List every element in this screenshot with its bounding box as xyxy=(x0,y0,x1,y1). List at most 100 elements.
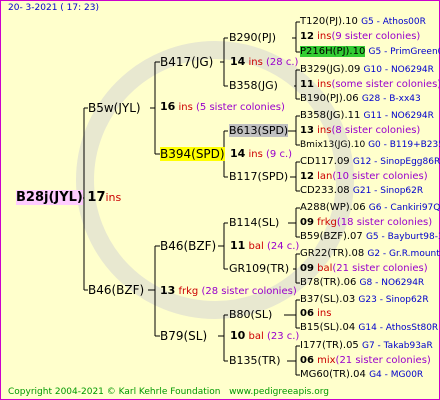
gen2-dd-name: B79(SL) xyxy=(160,329,208,343)
root-colony: B28j(JYL) 17ins xyxy=(16,190,121,206)
gen4-row: B190(PJ).06 G28 - B-xx43 xyxy=(300,93,421,105)
gen4-row: GR22(TR).08 G2 - Gr.R.mounta xyxy=(300,248,440,260)
gen4-ref: G4 - MG00R xyxy=(369,370,424,380)
gen3-e-name: B114(SL) xyxy=(229,216,280,229)
gen4-num: 06 xyxy=(300,355,314,366)
gen3-c-label: B613(SPD) xyxy=(229,124,289,137)
gen2-dd-info: 10 bal (23 c.) xyxy=(230,330,299,343)
gen4-row: 09 bal(21 sister colonies) xyxy=(300,263,428,275)
footer-site-link[interactable]: www.pedigreeapis.org xyxy=(229,387,329,397)
gen4-row: T120(PJ).10 G5 - Athos00R xyxy=(300,16,426,28)
gen4-ref: G5 - Athos00R xyxy=(361,17,426,27)
gen2-ss-sisters: (28 c.) xyxy=(266,57,299,68)
gen3-a-name: B290(PJ) xyxy=(229,31,277,44)
gen1-dam-ins: frkg xyxy=(178,286,199,297)
gen2-ds-num: 11 xyxy=(230,239,246,252)
gen4-name: MG60(TR).04 xyxy=(300,369,366,380)
gen4-num: 12 xyxy=(300,31,314,42)
gen4-name: B37(SL).03 xyxy=(300,294,356,305)
gen2-sd-info: 14 ins (9 c.) xyxy=(230,148,292,161)
gen4-row: B358(JG).11 G11 - NO6294R xyxy=(300,110,434,122)
gen4-row: I177(TR).05 G7 - Takab93aR xyxy=(300,340,433,352)
gen2-ds-info: 11 bal (24 c.) xyxy=(230,240,299,253)
gen4-name: B15(SL).04 xyxy=(300,322,356,333)
gen4-row: B329(JG).09 G10 - NO6294R xyxy=(300,64,434,76)
gen3-h-name: B135(TR) xyxy=(229,354,281,367)
gen4-row: 13 ins(8 sister colonies) xyxy=(300,125,420,137)
gen4-ref: G8 - NO6294R xyxy=(359,278,425,288)
gen4-sisters: (some sister colonies) xyxy=(331,79,440,90)
gen4-name: Bmix13(JG).10 xyxy=(300,140,366,150)
gen4-sisters: (18 sister colonies) xyxy=(336,217,433,228)
gen4-name: CD117.09 xyxy=(300,156,350,167)
root-num: 17 xyxy=(87,190,106,205)
gen3-g-name: B80(SL) xyxy=(229,308,273,321)
gen4-row: B78(TR).06 G8 - NO6294R xyxy=(300,277,424,289)
gen4-name: B78(TR).06 xyxy=(300,277,357,288)
gen4-row: 09 frkg(18 sister colonies) xyxy=(300,217,432,229)
gen4-row: 12 lan(10 sister colonies) xyxy=(300,171,428,183)
gen4-name: B59(BZF).07 xyxy=(300,231,363,242)
date-header: 20- 3-2021 ( 17: 23) xyxy=(8,3,99,13)
gen4-ins: ins xyxy=(317,31,332,42)
gen2-ds-name: B46(BZF) xyxy=(160,239,217,253)
gen4-num: 09 xyxy=(300,217,314,228)
gen4-row: 12 ins(9 sister colonies) xyxy=(300,31,420,43)
gen1-dam-name: B46(BZF) xyxy=(88,283,145,297)
gen2-sd-sisters: (9 c.) xyxy=(266,149,293,160)
gen4-name: GR22(TR).08 xyxy=(300,248,365,259)
gen4-name: B190(PJ).06 xyxy=(300,93,359,104)
gen4-row: 11 ins(some sister colonies) xyxy=(300,79,440,91)
gen2-ds-sisters: (24 c.) xyxy=(266,241,300,252)
gen4-ref: G6 - Cankiri97Q xyxy=(368,203,440,213)
footer-copyright: Copyright 2004-2021 © Karl Kehrle Founda… xyxy=(8,387,221,397)
gen4-row: 06 ins xyxy=(300,308,331,320)
gen4-row: P216H(PJ).10 G5 - PrimGreen00 xyxy=(300,46,440,58)
gen4-ins: ins xyxy=(317,308,332,319)
gen2-sd-ins: ins xyxy=(248,149,263,160)
gen4-name: CD233.08 xyxy=(300,185,350,196)
gen4-name: P216H(PJ).10 xyxy=(300,46,366,57)
gen4-ins: mix xyxy=(317,355,336,366)
gen4-num: 13 xyxy=(300,125,314,136)
gen1-dam-info: 13 frkg (28 sister colonies) xyxy=(160,285,297,298)
gen4-ref: G14 - AthosSt80R xyxy=(358,323,439,333)
gen4-ins: lan xyxy=(317,171,333,182)
gen4-row: CD233.08 G21 - Sinop62R xyxy=(300,185,423,197)
gen1-sire-ins: ins xyxy=(178,102,193,113)
gen2-dd-sisters: (23 c.) xyxy=(266,331,300,342)
gen4-row: CD117.09 G12 - SinopEgg86R xyxy=(300,156,440,168)
root-name: B28j(JYL) xyxy=(16,190,83,205)
gen4-ref: G28 - B-xx43 xyxy=(361,94,421,104)
gen2-ss-name: B417(JG) xyxy=(160,55,214,69)
gen1-dam-sisters: (28 sister colonies) xyxy=(201,286,297,297)
gen2-ss-info: 14 ins (28 c.) xyxy=(230,56,298,69)
gen2-ds-ins: bal xyxy=(248,241,264,252)
gen2-ss-num: 14 xyxy=(230,55,246,68)
gen2-sd-name: B394(SPD) xyxy=(160,147,225,161)
gen4-sisters: (9 sister colonies) xyxy=(331,31,421,42)
gen4-ref: G10 - NO6294R xyxy=(363,65,434,75)
gen1-sire-info: 16 ins (5 sister colonies) xyxy=(160,101,285,114)
gen4-row: MG60(TR).04 G4 - MG00R xyxy=(300,369,423,381)
gen4-ins: ins xyxy=(317,125,332,136)
gen1-dam-num: 13 xyxy=(160,284,176,297)
gen4-ref: G7 - Takab93aR xyxy=(362,341,433,351)
gen4-row: B59(BZF).07 G5 - Bayburt98-3 xyxy=(300,231,440,243)
gen1-sire-name: B5w(JYL) xyxy=(88,101,141,115)
gen4-sisters: (10 sister colonies) xyxy=(332,171,428,182)
gen4-row: B37(SL).03 G23 - Sinop62R xyxy=(300,294,429,306)
gen4-name: I177(TR).05 xyxy=(300,340,359,351)
gen4-num: 06 xyxy=(300,308,314,319)
root-ins: ins xyxy=(105,191,122,204)
gen2-sd-label: B394(SPD) xyxy=(160,147,225,161)
gen4-num: 12 xyxy=(300,171,314,182)
gen4-ref: G23 - Sinop62R xyxy=(358,295,429,305)
gen2-dd-num: 10 xyxy=(230,329,246,342)
gen2-dd-ins: bal xyxy=(248,331,264,342)
gen4-sisters: (21 sister colonies) xyxy=(332,263,428,274)
gen1-sire-num: 16 xyxy=(160,100,176,113)
gen4-row: B15(SL).04 G14 - AthosSt80R xyxy=(300,322,438,334)
gen4-row: 06 mix(21 sister colonies) xyxy=(300,355,431,367)
gen4-sisters: (21 sister colonies) xyxy=(335,355,431,366)
